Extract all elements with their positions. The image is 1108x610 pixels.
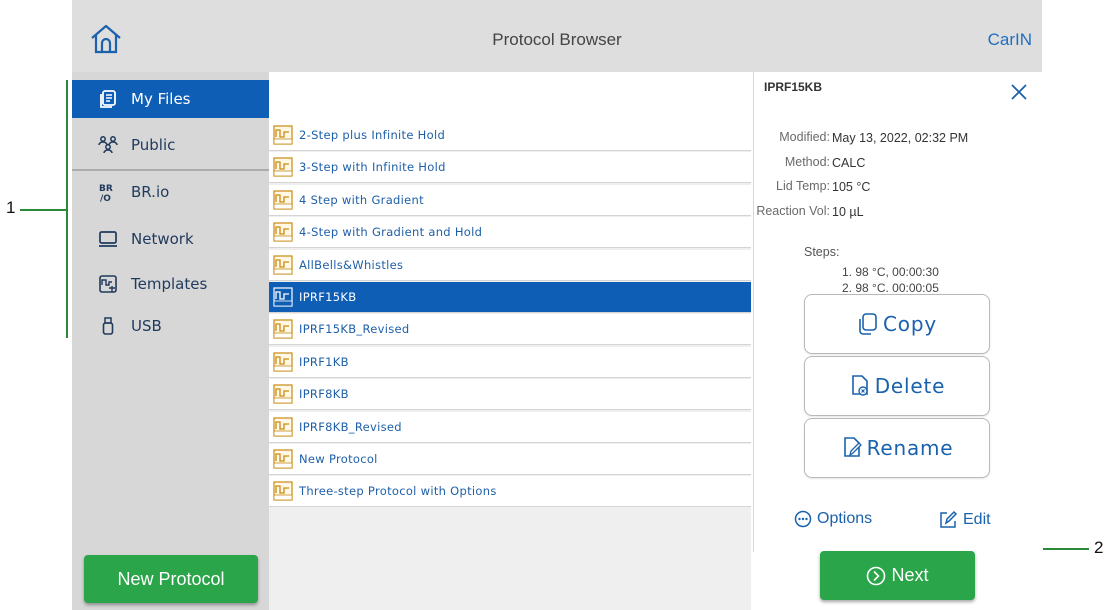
templates-icon bbox=[97, 273, 119, 295]
protocol-file-icon bbox=[273, 287, 293, 307]
protocol-name: Three-step Protocol with Options bbox=[299, 484, 497, 499]
field-modified-value: May 13, 2022, 02:32 PM bbox=[832, 131, 969, 145]
copy-label: Copy bbox=[883, 312, 937, 336]
protocol-row[interactable]: IPRF15KB_Revised bbox=[269, 314, 751, 346]
public-users-icon bbox=[97, 134, 119, 156]
protocol-file-icon bbox=[273, 319, 293, 339]
protocol-row[interactable]: IPRF1KB bbox=[269, 346, 751, 378]
callout-2: 2 bbox=[1094, 538, 1104, 557]
protocol-name: IPRF8KB_Revised bbox=[299, 419, 402, 434]
sidebar-item-label: Templates bbox=[131, 275, 208, 293]
detail-panel: IPRF15KB Modified: May 13, 2022, 02:32 P… bbox=[753, 72, 1043, 552]
step-2: 2. 98 °C, 00:00:05 bbox=[842, 281, 939, 292]
sidebar-item-label: BR.io bbox=[131, 183, 170, 201]
protocol-file-icon bbox=[273, 125, 293, 145]
sidebar-item-label: Network bbox=[131, 230, 194, 248]
sidebar-item-network[interactable]: Network bbox=[72, 220, 269, 258]
protocol-name: IPRF15KB bbox=[299, 290, 357, 304]
protocol-list: 2-Step plus Infinite Hold 3-Step with Inf… bbox=[269, 72, 751, 610]
sidebar-item-label: Public bbox=[131, 136, 176, 154]
protocol-name: IPRF1KB bbox=[299, 354, 349, 369]
sidebar-item-label: USB bbox=[131, 317, 162, 335]
sidebar-item-public[interactable]: Public bbox=[72, 126, 269, 164]
field-method-value: CALC bbox=[832, 156, 866, 170]
protocol-name: 3-Step with Infinite Hold bbox=[299, 160, 446, 175]
protocol-name: 4-Step with Gradient and Hold bbox=[299, 225, 483, 240]
field-reaction-vol-value: 10 µL bbox=[832, 205, 864, 219]
protocol-file-icon bbox=[273, 190, 293, 210]
protocol-row[interactable]: Three-step Protocol with Options bbox=[269, 476, 751, 508]
protocol-row[interactable]: IPRF15KB bbox=[269, 282, 751, 313]
edit-label: Edit bbox=[963, 511, 991, 528]
protocol-file-icon bbox=[273, 449, 293, 469]
field-lid-temp-value: 105 °C bbox=[832, 180, 871, 194]
protocol-row[interactable]: IPRF8KB_Revised bbox=[269, 411, 751, 443]
sidebar: My Files Public BR/O BR.io Network Templ bbox=[72, 72, 269, 610]
callout-1-bracket bbox=[66, 80, 68, 338]
protocol-name: 4 Step with Gradient bbox=[299, 192, 424, 207]
protocol-row[interactable]: 3-Step with Infinite Hold bbox=[269, 152, 751, 184]
page-title: Protocol Browser bbox=[492, 30, 622, 49]
protocol-row[interactable]: 2-Step plus Infinite Hold bbox=[269, 120, 751, 151]
protocol-file-icon bbox=[273, 254, 293, 275]
sidebar-divider bbox=[72, 169, 269, 171]
detail-protocol-name: IPRF15KB bbox=[764, 80, 823, 94]
svg-text:BR: BR bbox=[99, 184, 113, 194]
rename-label: Rename bbox=[866, 436, 954, 460]
edit-icon bbox=[940, 510, 958, 528]
protocol-name: IPRF15KB_Revised bbox=[299, 322, 410, 337]
options-link[interactable]: Options bbox=[794, 510, 872, 528]
sidebar-item-usb[interactable]: USB bbox=[72, 307, 269, 345]
protocol-file-icon bbox=[273, 352, 293, 372]
next-arrow-icon bbox=[867, 566, 886, 585]
protocol-file-icon bbox=[273, 481, 293, 501]
rename-icon bbox=[843, 437, 862, 457]
rename-button[interactable]: Rename bbox=[804, 418, 990, 478]
copy-button[interactable]: Copy bbox=[804, 294, 990, 354]
copy-icon bbox=[859, 313, 877, 335]
next-label: Next bbox=[891, 565, 929, 585]
delete-label: Delete bbox=[874, 374, 946, 398]
delete-file-icon bbox=[851, 375, 868, 396]
protocol-row[interactable]: AllBells&Whistles bbox=[269, 249, 751, 281]
edit-link[interactable]: Edit bbox=[938, 510, 991, 530]
sidebar-item-label: My Files bbox=[131, 90, 191, 108]
user-name[interactable]: CarIN bbox=[988, 30, 1032, 50]
more-options-icon bbox=[794, 510, 812, 528]
protocol-file-icon bbox=[273, 157, 293, 177]
usb-icon bbox=[97, 315, 119, 337]
callout-1-line bbox=[20, 209, 66, 211]
protocol-name: 2-Step plus Infinite Hold bbox=[299, 128, 446, 142]
next-button[interactable]: Next bbox=[820, 551, 975, 600]
protocol-file-icon bbox=[273, 384, 293, 404]
protocol-name: New Protocol bbox=[299, 452, 378, 466]
close-icon[interactable] bbox=[1009, 82, 1029, 102]
protocol-file-icon bbox=[273, 222, 293, 242]
new-protocol-button[interactable]: New Protocol bbox=[84, 555, 258, 603]
protocol-row[interactable]: 4 Step with Gradient bbox=[269, 184, 751, 216]
step-1: 1. 98 °C, 00:00:30 bbox=[842, 265, 939, 279]
protocol-row[interactable]: 4-Step with Gradient and Hold bbox=[269, 217, 751, 249]
steps-label: Steps: bbox=[804, 245, 840, 259]
list-header bbox=[269, 72, 751, 121]
protocol-row[interactable]: IPRF8KB bbox=[269, 379, 751, 411]
files-icon bbox=[97, 88, 119, 110]
app-window: Protocol Browser CarIN My Files Public B… bbox=[72, 0, 1043, 610]
sidebar-item-my-files[interactable]: My Files bbox=[72, 80, 269, 118]
options-label: Options bbox=[817, 510, 873, 527]
protocol-name: IPRF8KB bbox=[299, 387, 349, 402]
sidebar-item-brio[interactable]: BR/O BR.io bbox=[72, 173, 269, 211]
network-icon bbox=[97, 228, 119, 250]
callout-1: 1 bbox=[6, 198, 16, 217]
title-bar: Protocol Browser CarIN bbox=[72, 0, 1042, 72]
brio-icon: BR/O bbox=[97, 181, 119, 203]
delete-button[interactable]: Delete bbox=[804, 356, 990, 416]
protocol-row[interactable]: New Protocol bbox=[269, 444, 751, 475]
protocol-file-icon bbox=[273, 416, 293, 437]
svg-text:/O: /O bbox=[100, 194, 111, 202]
sidebar-item-templates[interactable]: Templates bbox=[72, 265, 269, 303]
protocol-name: AllBells&Whistles bbox=[299, 257, 404, 272]
